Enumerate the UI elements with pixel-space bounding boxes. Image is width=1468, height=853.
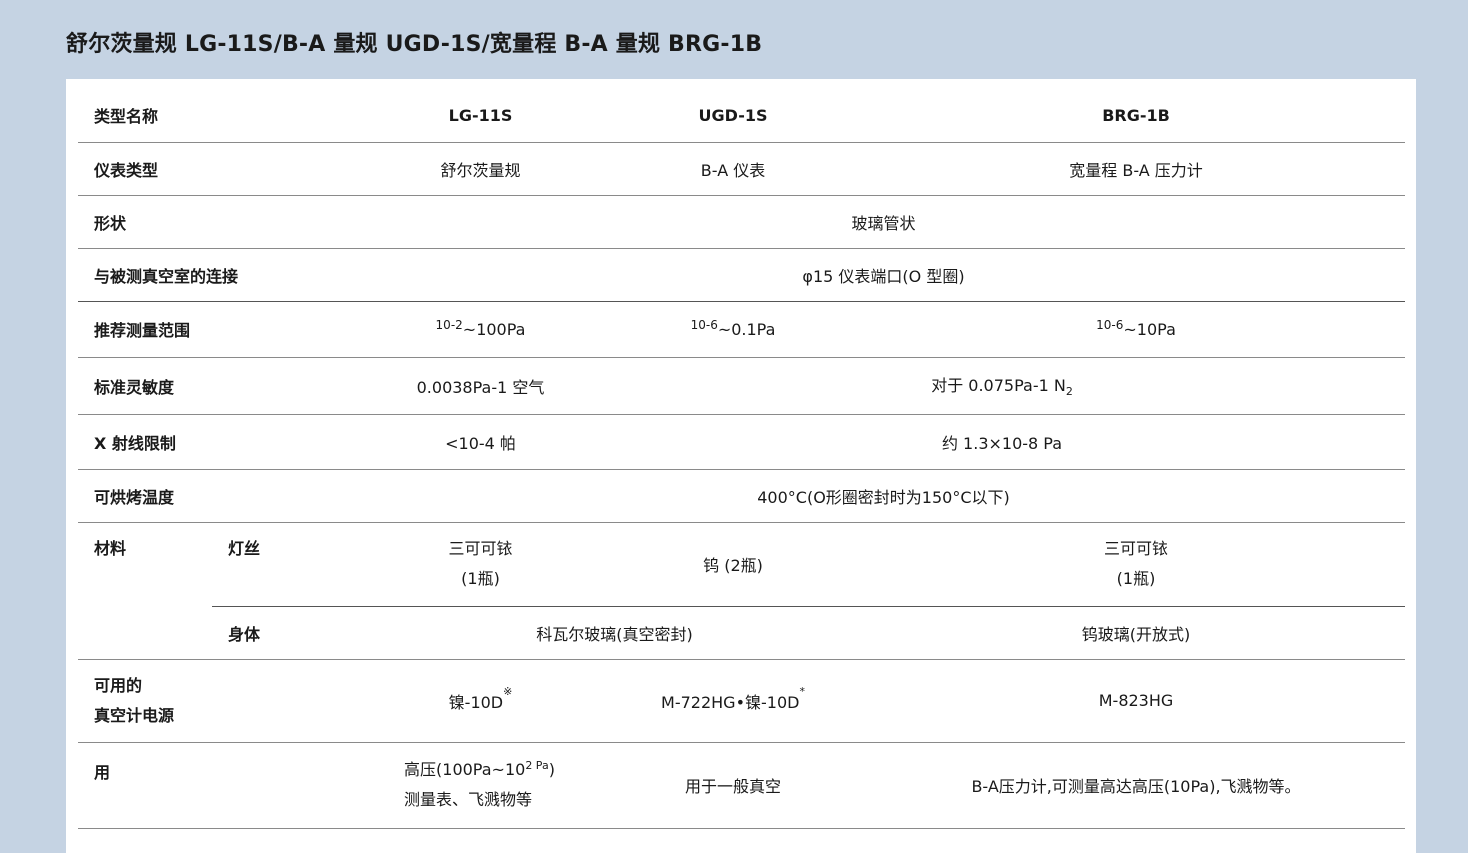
- table-row-range: 推荐测量范围 10-2~100Pa 10-6~0.1Pa 10-6~10Pa: [78, 301, 1406, 358]
- cell-value: 舒尔茨量规: [362, 142, 600, 196]
- table-header-row: 类型名称 LG-11S UGD-1S BRG-1B: [78, 89, 1406, 143]
- cell-value: M-722HG•镍-10D*: [599, 659, 868, 743]
- cell-value: 对于 0.075Pa-1 N2: [599, 357, 1406, 415]
- value-line: 三可可铱: [1104, 539, 1169, 558]
- header-brg1b: BRG-1B: [867, 89, 1406, 143]
- cell-value: <10-4 帕: [362, 414, 600, 470]
- table-row-sensitivity: 标准灵敏度 0.0038Pa-1 空气 对于 0.075Pa-1 N2: [78, 357, 1406, 415]
- spec-table: 类型名称 LG-11S UGD-1S BRG-1B 仪表类型 舒尔茨量规 B-A…: [78, 89, 1406, 829]
- header-lg11s: LG-11S: [362, 89, 600, 143]
- row-label: 可烘烤温度: [78, 469, 363, 523]
- row-label: 形状: [78, 195, 363, 249]
- cell-value: 玻璃管状: [362, 195, 1406, 249]
- cell-value: 约 1.3×10-8 Pa: [599, 414, 1406, 470]
- superscript: 2 Pa: [525, 759, 549, 772]
- value-text: 对于 0.075Pa-1 N: [931, 376, 1066, 396]
- cell-value: 科瓦尔玻璃(真空密封): [362, 606, 868, 660]
- cell-value: B-A压力计,可测量高达高压(10Pa),飞溅物等。: [867, 742, 1406, 829]
- value-text: 高压(100Pa~10: [404, 760, 526, 779]
- value-line: (1瓶): [461, 569, 500, 588]
- value-text: M-722HG•镍-10D: [661, 692, 800, 712]
- cell-value: B-A 仪表: [599, 142, 868, 196]
- page-title: 舒尔茨量规 LG-11S/B-A 量规 UGD-1S/宽量程 B-A 量规 BR…: [66, 32, 763, 57]
- exponent: 10-6: [1096, 317, 1124, 332]
- row-label: 标准灵敏度: [78, 357, 363, 415]
- label-line: 可用的: [94, 675, 143, 695]
- cell-value: 10-6~0.1Pa: [599, 301, 868, 358]
- table-row-power: 可用的 真空计电源 镍-10D※ M-722HG•镍-10D* M-823HG: [78, 659, 1406, 743]
- exponent: 10-6: [690, 317, 718, 332]
- cell-value: 三可可铱 (1瓶): [867, 522, 1406, 607]
- table-row-gauge-type: 仪表类型 舒尔茨量规 B-A 仪表 宽量程 B-A 压力计: [78, 142, 1406, 196]
- value-line: (1瓶): [1116, 569, 1156, 588]
- table-row-connection: 与被测真空室的连接 φ15 仪表端口(O 型圈): [78, 248, 1406, 302]
- cell-value: 高压(100Pa~102 Pa) 测量表、飞溅物等: [362, 742, 600, 829]
- value-line: 高压(100Pa~102 Pa): [404, 755, 599, 785]
- row-label: 推荐测量范围: [78, 301, 363, 358]
- footnote-mark: ※: [503, 684, 513, 698]
- value-line: 测量表、飞溅物等: [404, 790, 533, 809]
- table-row-xray: X 射线限制 <10-4 帕 约 1.3×10-8 Pa: [78, 414, 1406, 470]
- table-row-shape: 形状 玻璃管状: [78, 195, 1406, 249]
- row-label: X 射线限制: [78, 414, 363, 470]
- header-label: 类型名称: [78, 89, 363, 143]
- footnote-mark: *: [799, 684, 805, 698]
- cell-value: 0.0038Pa-1 空气: [362, 357, 600, 415]
- cell-value: 用于一般真空: [599, 742, 868, 829]
- subscript: 2: [1065, 385, 1073, 399]
- table-row-material-body: 身体 科瓦尔玻璃(真空密封) 钨玻璃(开放式): [78, 606, 1406, 660]
- row-label: 可用的 真空计电源: [78, 659, 363, 743]
- cell-value: 钨 (2瓶): [599, 522, 868, 607]
- cell-value: 10-6~10Pa: [867, 301, 1406, 358]
- sub-label-body: 身体: [212, 606, 363, 660]
- cell-value: 三可可铱 (1瓶): [362, 522, 600, 607]
- cell-value: φ15 仪表端口(O 型圈): [362, 248, 1406, 302]
- table-row-material-filament: 材料 灯丝 三可可铱 (1瓶) 钨 (2瓶) 三可可铱 (1瓶): [78, 522, 1406, 660]
- exponent: 10-2: [435, 317, 463, 332]
- table-row-bake: 可烘烤温度 400°C(O形圈密封时为150°C以下): [78, 469, 1406, 523]
- cell-value: 镍-10D※: [362, 659, 600, 743]
- sub-label-filament: 灯丝: [212, 522, 363, 607]
- spec-card: 类型名称 LG-11S UGD-1S BRG-1B 仪表类型 舒尔茨量规 B-A…: [66, 79, 1416, 853]
- value-text: ): [548, 760, 555, 779]
- value-text: ~100Pa: [462, 319, 526, 339]
- value-text: ~10Pa: [1123, 319, 1176, 339]
- label-line: 真空计电源: [94, 705, 175, 725]
- cell-value: M-823HG: [867, 659, 1406, 743]
- row-label: 材料: [78, 522, 212, 660]
- cell-value: 钨玻璃(开放式): [867, 606, 1406, 660]
- cell-value: 宽量程 B-A 压力计: [867, 142, 1406, 196]
- cell-value: 400°C(O形圈密封时为150°C以下): [362, 469, 1406, 523]
- value-text: 镍-10D: [448, 692, 504, 712]
- row-label: 用: [78, 742, 363, 829]
- table-row-usage: 用 高压(100Pa~102 Pa) 测量表、飞溅物等 用于一般真空 B-A压力…: [78, 742, 1406, 829]
- value-text: ~0.1Pa: [717, 319, 776, 339]
- cell-value: 10-2~100Pa: [362, 301, 600, 358]
- row-label: 与被测真空室的连接: [78, 248, 363, 302]
- header-ugd1s: UGD-1S: [599, 89, 868, 143]
- value-line: 三可可铱: [448, 539, 513, 558]
- row-label: 仪表类型: [78, 142, 363, 196]
